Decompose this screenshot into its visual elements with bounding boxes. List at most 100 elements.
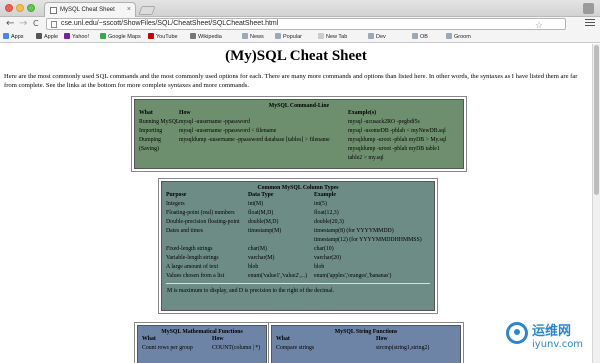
table-cell: (Saving)	[139, 146, 159, 152]
minimize-window-button[interactable]	[16, 4, 24, 12]
table-cell: double(20,3)	[314, 219, 344, 225]
browser-tab[interactable]: MySQL Cheat Sheet ×	[44, 2, 136, 17]
table-cell: char(10)	[314, 246, 334, 252]
table-cell: varchar(M)	[248, 255, 275, 261]
table-row: Double-precision floating-point double(M,…	[162, 218, 434, 227]
table-cell: char(M)	[248, 246, 267, 252]
reload-icon[interactable]: C	[33, 18, 39, 30]
table-cell: Fixed-length strings	[166, 246, 213, 252]
header-row: What How	[272, 335, 460, 344]
table-cell: COUNT(column | *)	[212, 345, 261, 351]
table-cell: mysql -uusername -ppassword < filename	[179, 128, 277, 134]
column-header: What	[139, 110, 153, 116]
close-tab-icon[interactable]: ×	[127, 6, 131, 13]
table-cell: Values chosen from a list	[166, 273, 225, 279]
column-header: Example(s)	[348, 110, 377, 116]
vertical-scrollbar[interactable]	[592, 44, 600, 363]
bookmark-label: Yahoo!	[72, 34, 90, 40]
bookmark-groom[interactable]: Groom	[446, 33, 471, 42]
table-row: Importing mysql -uusername -ppassword < f…	[135, 127, 463, 136]
table-row: table2 > my.sql	[135, 154, 463, 163]
table-cell: enum('value1','value2',...)	[248, 273, 308, 279]
bookmark-label: News	[250, 34, 264, 40]
column-header: What	[276, 336, 290, 342]
bookmark-wikipedia[interactable]: Wikipedia	[190, 33, 222, 42]
bookmark-dev[interactable]: Dev	[368, 33, 386, 42]
string-functions-table: MySQL String Functions What How Compare st…	[268, 322, 464, 363]
column-types-note: M is maximum to display, and D is precis…	[167, 288, 335, 294]
table-row: Floating-point (real) numbers float(M,D) f…	[162, 209, 434, 218]
column-header: Data Type	[248, 192, 274, 198]
new-tab-button[interactable]	[138, 6, 156, 15]
close-window-button[interactable]	[5, 4, 13, 12]
bookmark-label: Apple	[44, 34, 59, 40]
table-row: Count rows per group COUNT(column | *)	[138, 344, 266, 353]
table-cell: varchar(20)	[314, 255, 342, 261]
bookmark-favicon-icon	[446, 33, 452, 39]
table-cell: Variable-length strings	[166, 255, 219, 261]
user-profile-icon[interactable]	[583, 3, 594, 14]
bookmark-youtube[interactable]: YouTube	[148, 33, 178, 42]
table-cell: Dates and times	[166, 228, 204, 234]
bookmark-label: Apps	[11, 34, 24, 40]
page-icon	[51, 21, 57, 28]
url-text: cse.unl.edu/~sscott/ShowFiles/SQL/CheatS…	[61, 20, 279, 27]
column-types-title: Common MySQL Column Types	[257, 185, 339, 191]
table-cell: blob	[314, 264, 325, 270]
page-title: (My)SQL Cheat Sheet	[225, 48, 367, 64]
note-divider	[166, 283, 430, 284]
table-cell: Integers	[166, 201, 185, 207]
table-row: timestamp(12) (for YYYYMMDDHHMMSS)	[162, 236, 434, 245]
bookmark-apps[interactable]: Apps	[3, 33, 24, 42]
bookmark-yahoo[interactable]: Yahoo!	[64, 33, 89, 42]
bookmark-label: Groom	[454, 34, 471, 40]
table-cell: mysql -ucusack2RO -pegbdf5s	[348, 119, 420, 125]
column-header: Purpose	[166, 192, 187, 198]
bookmark-label: Wikipedia	[198, 34, 222, 40]
bookmark-google-maps[interactable]: Google Maps	[100, 33, 141, 42]
table-cell: int(5)	[314, 201, 327, 207]
table-row: Values chosen from a list enum('value1','…	[162, 272, 434, 281]
table-cell: timestamp(M)	[248, 228, 282, 234]
bookmark-label: Popular	[283, 34, 302, 40]
table-cell: mysqldump -uroot -pblah myDB table1	[348, 146, 440, 152]
bookmark-favicon-icon	[64, 33, 70, 39]
watermark-en-text: iyunv.com	[532, 339, 584, 350]
table-row: Variable-length strings varchar(M) varchar…	[162, 254, 434, 263]
table-cell: mysql -uusername -ppassword	[179, 119, 250, 125]
table-cell: Double-precision floating-point	[166, 219, 240, 225]
watermark-icon	[506, 322, 528, 344]
menu-icon[interactable]	[585, 19, 595, 29]
table-row: Dumping mysqldump -uusername -ppassword d…	[135, 136, 463, 145]
scrollbar-thumb[interactable]	[594, 45, 599, 195]
bookmark-favicon-icon	[36, 33, 42, 39]
column-header: How	[179, 110, 191, 116]
bookmark-favicon-icon	[190, 33, 196, 39]
address-bar[interactable]: cse.unl.edu/~sscott/ShowFiles/SQL/CheatS…	[46, 18, 566, 30]
forward-arrow-icon[interactable]: →	[19, 18, 27, 30]
bookmark-news[interactable]: News	[242, 33, 264, 42]
header-row: What How	[138, 335, 266, 344]
table-cell: mysql -usomeDB -pblah < myNewDB.sql	[348, 128, 446, 134]
string-functions-title: MySQL String Functions	[334, 329, 398, 335]
bookmark-new-tab[interactable]: New Tab	[318, 33, 347, 42]
bookmark-label: New Tab	[326, 34, 348, 40]
header-row: What How Example(s)	[135, 109, 463, 118]
bookmark-label: YouTube	[156, 34, 178, 40]
table-cell: A large amount of text	[166, 264, 219, 270]
table-cell: Floating-point (real) numbers	[166, 210, 235, 216]
back-arrow-icon[interactable]: ←	[6, 18, 14, 30]
table-row: Fixed-length strings char(M) char(10)	[162, 245, 434, 254]
bookmark-label: Dev	[376, 34, 386, 40]
table-cell: timestamp(8) (for YYYYMMDD)	[314, 228, 394, 234]
bookmark-ob[interactable]: OB	[412, 33, 428, 42]
table-cell: Running MySQL	[139, 119, 180, 125]
bookmark-star-icon[interactable]: ☆	[535, 20, 543, 30]
bookmark-label: OB	[420, 34, 428, 40]
bookmark-popular[interactable]: Popular	[275, 33, 302, 42]
table-row: Running MySQL mysql -uusername -ppassword…	[135, 118, 463, 127]
maximize-window-button[interactable]	[27, 4, 35, 12]
table-row: Integers int(M) int(5)	[162, 200, 434, 209]
bookmark-apple[interactable]: Apple	[36, 33, 58, 42]
header-row: Purpose Data Type Example	[162, 191, 434, 200]
